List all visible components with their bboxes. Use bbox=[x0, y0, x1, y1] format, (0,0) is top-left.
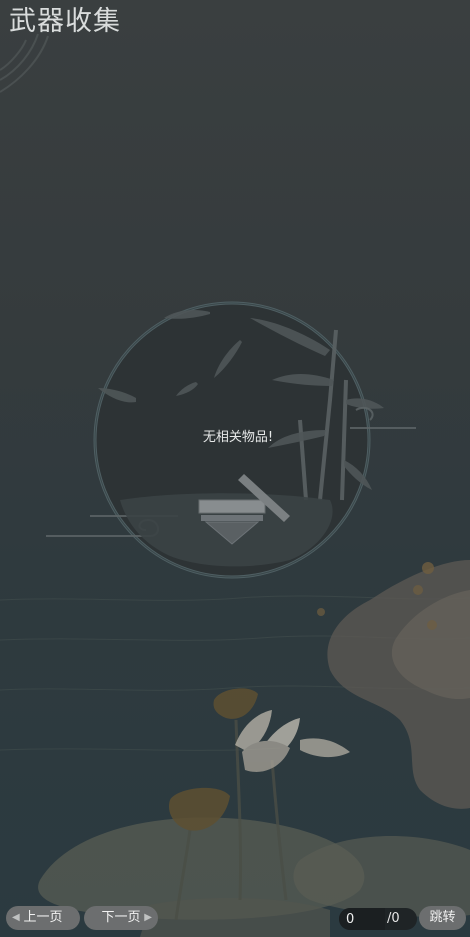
triangle-right-icon: ▶ bbox=[144, 912, 152, 923]
empty-state-message: 无相关物品! bbox=[202, 430, 274, 445]
next-page-button[interactable]: 下一页 ▶ bbox=[84, 906, 158, 930]
empty-state-emblem bbox=[46, 301, 416, 579]
triangle-left-icon: ◀ bbox=[12, 912, 20, 923]
page-number-input[interactable] bbox=[339, 908, 385, 930]
prev-page-button[interactable]: ◀ 上一页 bbox=[6, 906, 80, 930]
jump-button[interactable]: 跳转 bbox=[419, 906, 466, 930]
prev-page-label: 上一页 bbox=[23, 910, 63, 925]
page-total: /0 bbox=[387, 911, 400, 926]
next-page-label: 下一页 bbox=[101, 910, 141, 925]
